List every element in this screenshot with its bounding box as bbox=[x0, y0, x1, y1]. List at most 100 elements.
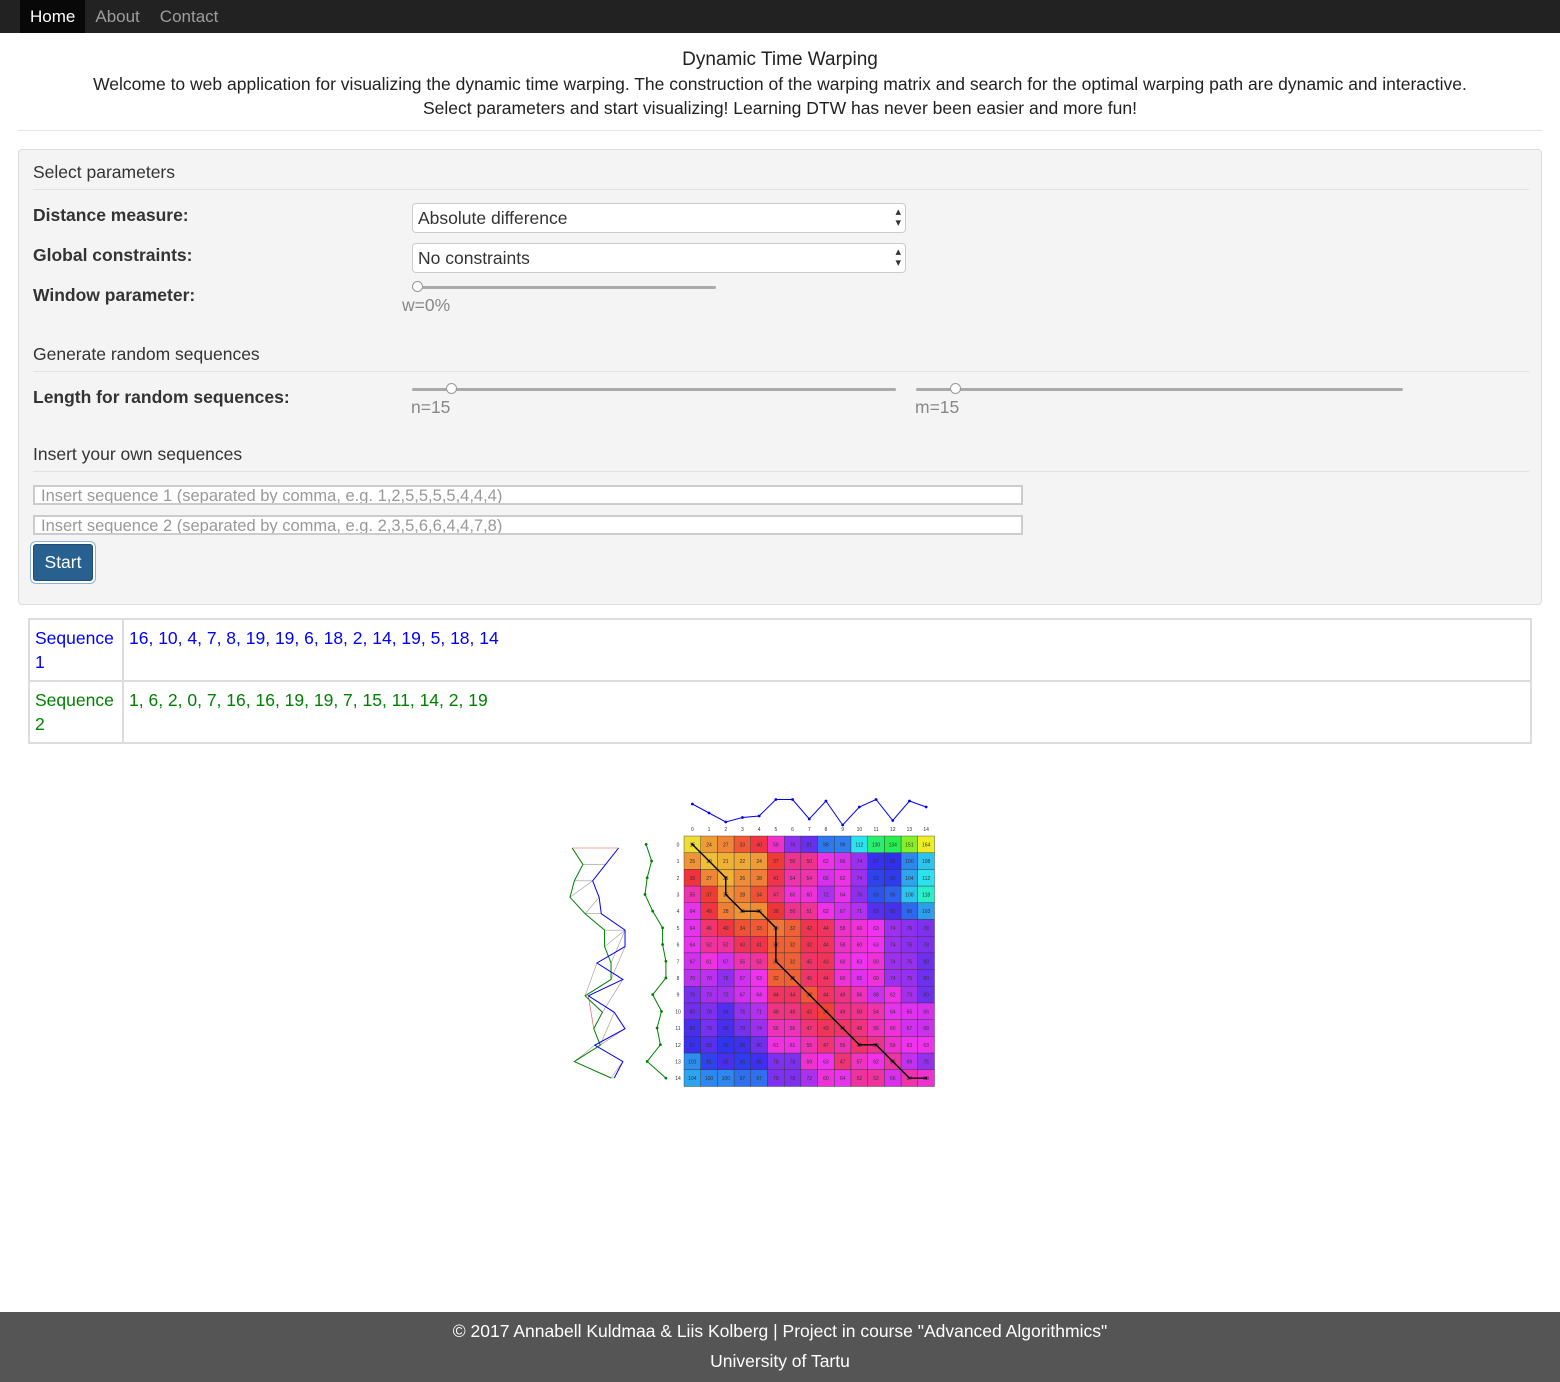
matrix-cell-value: 67 bbox=[840, 909, 846, 915]
matrix-cell-value: 112 bbox=[855, 842, 863, 848]
matrix-cell-value: 66 bbox=[923, 1009, 929, 1015]
row-index-label: 2 bbox=[677, 876, 680, 882]
matrix-cell-value: 42 bbox=[806, 1009, 812, 1015]
top-navbar: Home About Contact bbox=[0, 0, 1560, 33]
matrix-cell-value: 63 bbox=[907, 1043, 913, 1049]
row-index-label: 14 bbox=[675, 1076, 681, 1082]
dtw-visualization: 1524273340587681989911213013415116425192… bbox=[569, 798, 935, 1087]
alignment-link bbox=[584, 962, 598, 996]
sequence-2-plot-point bbox=[643, 893, 647, 896]
matrix-cell-value: 58 bbox=[840, 943, 846, 949]
sequence-1-input[interactable]: Insert sequence 1 (separated by comma, e… bbox=[33, 485, 1023, 505]
column-index-label: 11 bbox=[873, 827, 878, 833]
matrix-cell-value: 80 bbox=[923, 976, 929, 982]
matrix-cell-value: 43 bbox=[823, 1026, 829, 1032]
generate-random-heading: Generate random sequences bbox=[33, 344, 1529, 372]
m-slider-thumb[interactable] bbox=[950, 383, 961, 394]
matrix-cell-value: 74 bbox=[890, 976, 896, 982]
start-button[interactable]: Start bbox=[33, 544, 93, 581]
m-length-slider[interactable] bbox=[916, 383, 1403, 394]
alignment-link bbox=[588, 995, 595, 1029]
matrix-cell-value: 28 bbox=[756, 876, 762, 882]
distance-measure-label: Distance measure: bbox=[33, 205, 189, 225]
sequence-1-plot-point bbox=[690, 802, 694, 806]
matrix-cell-value: 71 bbox=[756, 1009, 762, 1015]
matrix-cell-value: 39 bbox=[690, 876, 696, 882]
warping-path-point bbox=[707, 859, 711, 863]
matrix-cell-value: 52 bbox=[723, 943, 729, 949]
matrix-cell-value: 28 bbox=[723, 909, 729, 915]
n-length-slider[interactable] bbox=[412, 383, 896, 394]
matrix-cell-value: 79 bbox=[690, 993, 696, 999]
distance-measure-select[interactable]: Absolute difference ▴ ▾ bbox=[412, 203, 906, 233]
page-header: Dynamic Time Warping Welcome to web appl… bbox=[18, 48, 1542, 131]
matrix-cell-value: 67 bbox=[740, 993, 746, 999]
sequence-1-plot-point bbox=[924, 805, 928, 809]
sequence-2-input[interactable]: Insert sequence 2 (separated by comma, e… bbox=[33, 515, 1023, 535]
matrix-cell-value: 52 bbox=[857, 1076, 863, 1082]
nav-home[interactable]: Home bbox=[20, 0, 86, 33]
matrix-cell-value: 104 bbox=[905, 876, 914, 882]
row-index-label: 13 bbox=[675, 1059, 681, 1065]
matrix-cell-value: 63 bbox=[756, 976, 762, 982]
matrix-cell-value: 32 bbox=[773, 976, 779, 982]
matrix-cell-value: 59 bbox=[890, 1043, 896, 1049]
matrix-cell-value: 60 bbox=[873, 976, 879, 982]
column-index-label: 1 bbox=[708, 827, 711, 833]
matrix-cell-value: 24 bbox=[706, 842, 712, 848]
matrix-cell-value: 78 bbox=[790, 1059, 796, 1065]
sequence-1-plot-point bbox=[724, 820, 728, 824]
table-row: Sequence 2 1, 6, 2, 0, 7, 16, 16, 19, 19… bbox=[28, 680, 1532, 744]
nav-about[interactable]: About bbox=[85, 0, 149, 33]
matrix-cell-value: 74 bbox=[890, 943, 896, 949]
matrix-cell-value: 60 bbox=[840, 959, 846, 965]
sequence-1-plot-point bbox=[707, 811, 711, 815]
row-index-label: 12 bbox=[675, 1043, 681, 1049]
matrix-cell-value: 26 bbox=[740, 876, 746, 882]
matrix-cell-value: 100 bbox=[705, 1076, 714, 1082]
sequence-2-plot-point bbox=[650, 859, 653, 863]
window-slider-thumb[interactable] bbox=[412, 281, 423, 292]
matrix-cell-value: 104 bbox=[688, 1076, 697, 1082]
matrix-cell-value: 21 bbox=[723, 859, 729, 865]
matrix-cell-value: 47 bbox=[773, 892, 779, 898]
window-slider[interactable] bbox=[412, 281, 716, 292]
nav-contact[interactable]: Contact bbox=[150, 0, 229, 33]
matrix-cell-value: 47 bbox=[823, 1043, 829, 1049]
matrix-cell-value: 103 bbox=[922, 909, 931, 915]
warping-path-point bbox=[824, 1010, 828, 1013]
sequence-1-plot-point bbox=[757, 814, 761, 818]
sequence-2-plot-point bbox=[661, 943, 664, 946]
matrix-cell-value: 63 bbox=[857, 959, 863, 965]
global-constraints-select[interactable]: No constraints ▴ ▾ bbox=[412, 243, 906, 273]
parameters-panel: Select parameters Distance measure: Abso… bbox=[18, 149, 1542, 605]
n-slider-thumb[interactable] bbox=[446, 383, 457, 394]
matrix-cell-value: 62 bbox=[823, 859, 829, 865]
matrix-cell-value: 76 bbox=[907, 926, 913, 932]
sequence-1-label: Sequence 1 bbox=[28, 618, 124, 682]
matrix-cell-value: 70 bbox=[690, 976, 696, 982]
matrix-cell-value: 44 bbox=[823, 926, 829, 932]
matrix-cell-value: 74 bbox=[756, 1026, 762, 1032]
matrix-cell-value: 51 bbox=[806, 909, 812, 915]
matrix-cell-value: 32 bbox=[790, 943, 796, 949]
select-parameters-heading: Select parameters bbox=[33, 162, 1529, 190]
matrix-cell-value: 70 bbox=[706, 976, 712, 982]
matrix-cell-value: 75 bbox=[923, 1059, 929, 1065]
window-parameter-label: Window parameter: bbox=[33, 285, 196, 305]
matrix-cell-value: 66 bbox=[823, 876, 829, 882]
matrix-cell-value: 48 bbox=[790, 1009, 796, 1015]
matrix-cell-value: 118 bbox=[922, 892, 930, 898]
matrix-cell-value: 68 bbox=[873, 993, 879, 999]
sequence-2-plot-point bbox=[660, 1009, 663, 1013]
matrix-cell-value: 73 bbox=[706, 993, 712, 999]
matrix-cell-value: 67 bbox=[690, 959, 696, 965]
sequence-2-label: Sequence 2 bbox=[28, 680, 124, 744]
matrix-cell-value: 72 bbox=[823, 892, 829, 898]
matrix-cell-value: 67 bbox=[907, 1026, 913, 1032]
warping-path-point bbox=[724, 893, 727, 896]
matrix-cell-value: 73 bbox=[907, 993, 913, 999]
matrix-cell-value: 130 bbox=[872, 842, 881, 848]
sequence-2-plot-point bbox=[659, 1043, 662, 1047]
matrix-cell-value: 44 bbox=[823, 993, 829, 999]
